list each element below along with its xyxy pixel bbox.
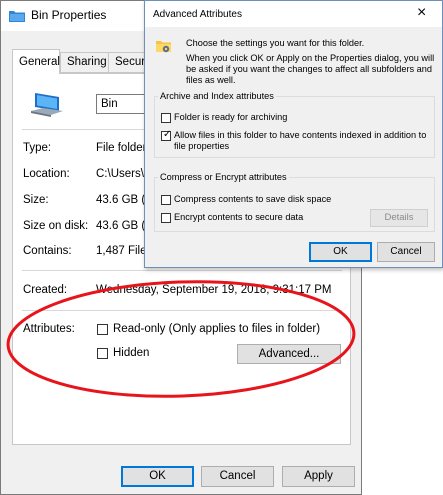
details-button[interactable]: Details <box>370 209 428 227</box>
checkmark-icon: ✓ <box>163 129 172 140</box>
advanced-attributes-dialog: Advanced Attributes × Choose the setting… <box>144 0 443 268</box>
folder-name-value: Bin <box>101 98 118 110</box>
advanced-button[interactable]: Advanced... <box>237 344 341 364</box>
contains-label: Contains: <box>23 245 72 257</box>
folder-icon <box>9 11 25 22</box>
type-label: Type: <box>23 142 52 154</box>
tab-sharing[interactable]: Sharing <box>60 52 109 73</box>
encrypt-checkbox[interactable] <box>161 213 171 223</box>
close-icon[interactable]: × <box>417 4 426 22</box>
title-bar: Advanced Attributes × <box>145 1 442 27</box>
attributes-label: Attributes: <box>23 323 75 335</box>
location-label: Location: <box>23 168 70 180</box>
compress-group-label: Compress or Encrypt attributes <box>158 172 289 182</box>
computer-icon <box>31 93 63 117</box>
divider <box>22 270 342 271</box>
size-label: Size: <box>23 194 49 206</box>
intro-line-1: Choose the settings you want for this fo… <box>186 38 365 48</box>
intro-line-2: When you click OK or Apply on the Proper… <box>186 53 435 85</box>
compress-checkbox[interactable] <box>161 195 171 205</box>
readonly-checkbox[interactable] <box>97 324 108 335</box>
archive-group-label: Archive and Index attributes <box>158 91 276 101</box>
readonly-label: Read-only (Only applies to files in fold… <box>113 323 321 335</box>
encrypt-label: Encrypt contents to secure data <box>174 212 304 222</box>
cancel-button[interactable]: Cancel <box>201 466 274 487</box>
compress-label: Compress contents to save disk space <box>174 194 332 204</box>
index-label: Allow files in this folder to have conte… <box>174 130 427 151</box>
divider <box>22 310 342 311</box>
created-value: Wednesday, September 19, 2018, 9:31:17 P… <box>96 284 332 296</box>
hidden-label: Hidden <box>113 347 150 359</box>
cancel-button[interactable]: Cancel <box>377 242 435 262</box>
ok-button[interactable]: OK <box>309 242 372 262</box>
size-on-disk-label: Size on disk: <box>23 220 89 232</box>
archiving-label: Folder is ready for archiving <box>174 112 288 122</box>
location-value: C:\Users\ <box>96 168 144 180</box>
dialog-title: Advanced Attributes <box>153 9 242 20</box>
archiving-checkbox[interactable] <box>161 113 171 123</box>
type-value: File folder <box>96 142 147 154</box>
tab-security[interactable]: Securi <box>108 52 148 73</box>
settings-folder-icon <box>156 41 171 53</box>
created-label: Created: <box>23 284 68 296</box>
index-checkbox[interactable]: ✓ <box>161 129 172 141</box>
apply-button[interactable]: Apply <box>282 466 355 487</box>
tab-general[interactable]: General <box>12 49 60 74</box>
window-title: Bin Properties <box>31 8 107 22</box>
ok-button[interactable]: OK <box>121 466 194 487</box>
hidden-checkbox[interactable] <box>97 348 108 359</box>
